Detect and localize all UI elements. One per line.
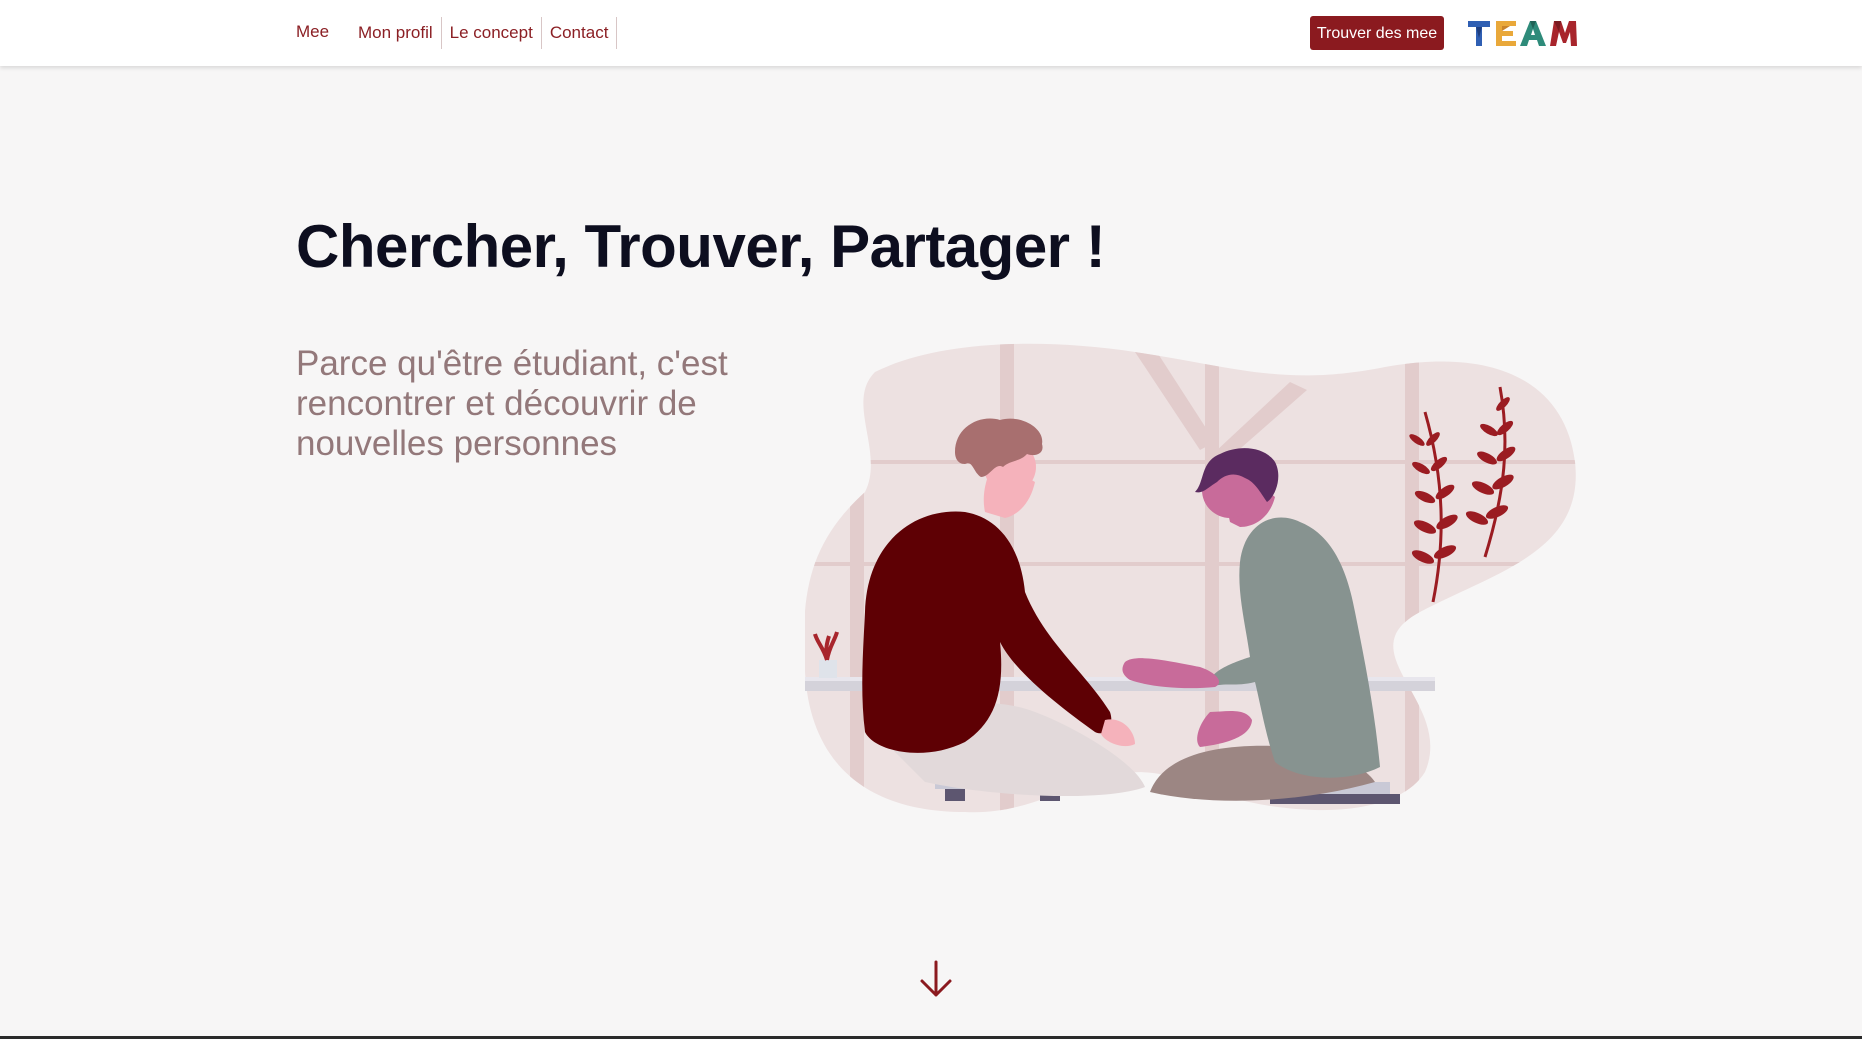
logo-letter-m <box>1550 21 1577 46</box>
logo-letter-a <box>1520 21 1546 46</box>
two-people-talking-illustration <box>805 343 1576 813</box>
hero-subtitle: Parce qu'être étudiant, c'est rencontrer… <box>296 344 728 463</box>
nav-link-le-concept[interactable]: Le concept <box>442 17 542 49</box>
hero-title: Chercher, Trouver, Partager ! <box>296 213 1106 280</box>
logo-letter-t <box>1468 21 1490 46</box>
arrow-down-icon[interactable] <box>919 960 953 998</box>
nav-link-mon-profil[interactable]: Mon profil <box>350 17 442 49</box>
team-logo[interactable] <box>1466 18 1578 48</box>
brand-link[interactable]: Mee <box>296 22 329 42</box>
logo-letter-e <box>1496 21 1516 46</box>
find-mee-button[interactable]: Trouver des mee <box>1310 16 1444 50</box>
nav-link-contact[interactable]: Contact <box>542 17 618 49</box>
navbar: Mee Mon profil Le concept Contact Trouve… <box>0 0 1862 66</box>
nav-links: Mon profil Le concept Contact <box>350 17 618 49</box>
